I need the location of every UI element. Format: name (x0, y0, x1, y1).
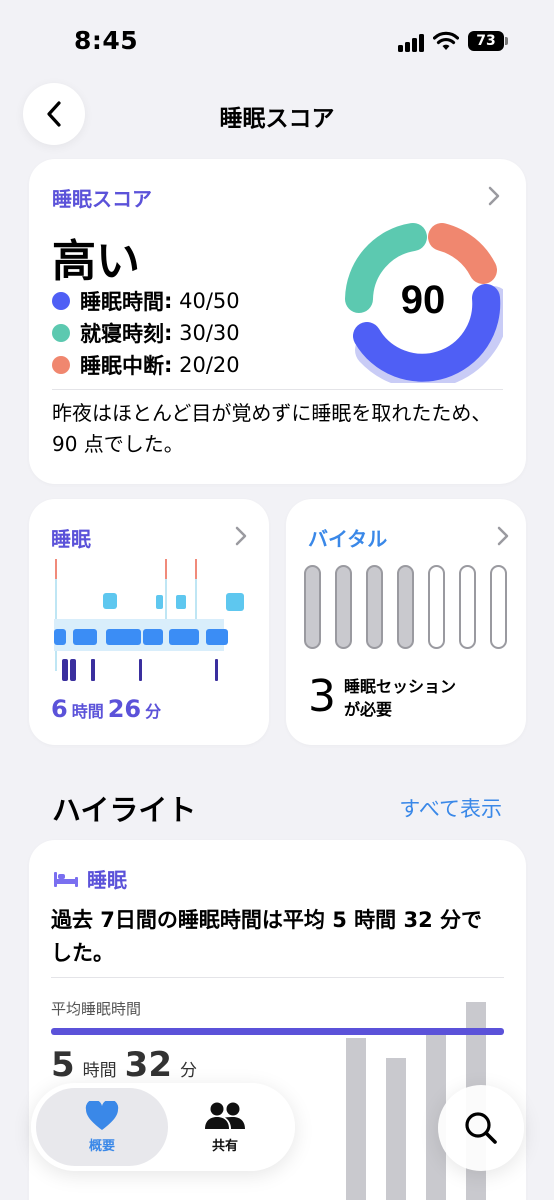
tab-sharing[interactable]: 共有 (159, 1083, 291, 1171)
highlight-text: 過去 7日間の睡眠時間は平均 5 時間 32 分でした。 (51, 908, 483, 965)
sleep-duration: 6 時間 26 分 (51, 695, 165, 723)
legend-value: 30/30 (179, 321, 240, 345)
legend-dot (52, 356, 70, 374)
avg-sleep-value: 5 時間 32 分 (51, 1045, 205, 1085)
score-ring: 90 (345, 223, 503, 383)
legend-value: 40/50 (179, 289, 240, 313)
search-icon (465, 1112, 497, 1144)
highlight-category-label: 睡眠 (87, 868, 127, 892)
legend-dot (52, 324, 70, 342)
sleep-card[interactable]: 睡眠 6 時間 26 分 (29, 499, 269, 745)
sleep-minutes-unit: 分 (145, 702, 162, 721)
score-value: 90 (401, 278, 446, 322)
legend-value: 20/20 (179, 353, 240, 377)
vitals-card[interactable]: バイタル 3 睡眠セッション が必要 (286, 499, 526, 745)
sleep-hours: 6 (51, 695, 68, 723)
legend-label: 睡眠時間 (80, 290, 164, 314)
sleep-stages-chart (54, 559, 244, 681)
avg-minutes: 32 (124, 1045, 172, 1085)
score-description: 昨夜はほとんど目が覚めずに睡眠を取れたため、90 点でした。 (52, 401, 492, 456)
ring-segment-interruptions (428, 223, 497, 284)
score-level: 高い (52, 236, 140, 287)
avg-hours-unit: 時間 (82, 1061, 117, 1081)
sleep-card-title: 睡眠 (51, 527, 91, 551)
legend-interruptions: 睡眠中断: 20/20 (52, 350, 240, 380)
tab-sharing-label: 共有 (211, 1138, 238, 1154)
highlights-heading: ハイライト (52, 793, 197, 827)
vitals-card-title: バイタル (308, 527, 388, 551)
session-pill (304, 565, 321, 649)
status-bar: 8:45 73 (0, 0, 554, 80)
session-pill (459, 565, 476, 649)
session-text: 睡眠セッション が必要 (344, 675, 456, 721)
bar (346, 1038, 366, 1200)
cellular-signal-icon (398, 34, 428, 52)
session-text-line2: が必要 (344, 700, 393, 719)
bed-icon (54, 871, 78, 887)
avg-sleep-line (51, 1028, 504, 1035)
session-text-line1: 睡眠セッション (344, 677, 457, 696)
score-card-title: 睡眠スコア (52, 187, 152, 211)
session-progress (304, 565, 508, 651)
legend-label: 睡眠中断 (80, 354, 164, 378)
tab-summary[interactable]: 概要 (36, 1083, 168, 1171)
chevron-right-icon (235, 526, 247, 546)
session-pill (335, 565, 352, 649)
session-pill (397, 565, 414, 649)
wifi-icon (433, 31, 459, 50)
avg-hours: 5 (51, 1045, 75, 1085)
avg-sleep-label: 平均睡眠時間 (51, 1000, 142, 1018)
chevron-right-icon (488, 186, 500, 206)
avg-minutes-unit: 分 (180, 1061, 197, 1081)
divider (52, 389, 503, 390)
sleep-score-card[interactable]: 睡眠スコア 高い 睡眠時間: 40/50 就寝時刻: 30/30 睡眠中断: 2… (29, 159, 526, 484)
tab-bar: 概要 共有 (31, 1083, 295, 1171)
divider (51, 977, 504, 978)
sleep-hours-unit: 時間 (71, 702, 104, 721)
people-icon (205, 1102, 245, 1129)
legend-bedtime: 就寝時刻: 30/30 (52, 318, 240, 348)
highlight-category: 睡眠 (53, 864, 127, 893)
sleep-minutes: 26 (107, 695, 142, 723)
legend-label: 就寝時刻 (80, 322, 164, 346)
bar (386, 1058, 406, 1200)
search-button[interactable] (438, 1085, 524, 1171)
legend-sleep-duration: 睡眠時間: 40/50 (52, 286, 240, 316)
battery-icon: 73 (468, 31, 508, 51)
session-count: 3 (308, 671, 336, 722)
tab-summary-label: 概要 (88, 1138, 115, 1154)
chevron-right-icon (497, 526, 509, 546)
legend-dot (52, 292, 70, 310)
session-pill (490, 565, 507, 649)
heart-icon (85, 1100, 119, 1130)
battery-level: 73 (468, 31, 504, 51)
status-time: 8:45 (74, 26, 139, 55)
show-all-link[interactable]: すべて表示 (399, 793, 502, 823)
session-pill (428, 565, 445, 649)
session-pill (366, 565, 383, 649)
page-title: 睡眠スコア (219, 106, 335, 132)
